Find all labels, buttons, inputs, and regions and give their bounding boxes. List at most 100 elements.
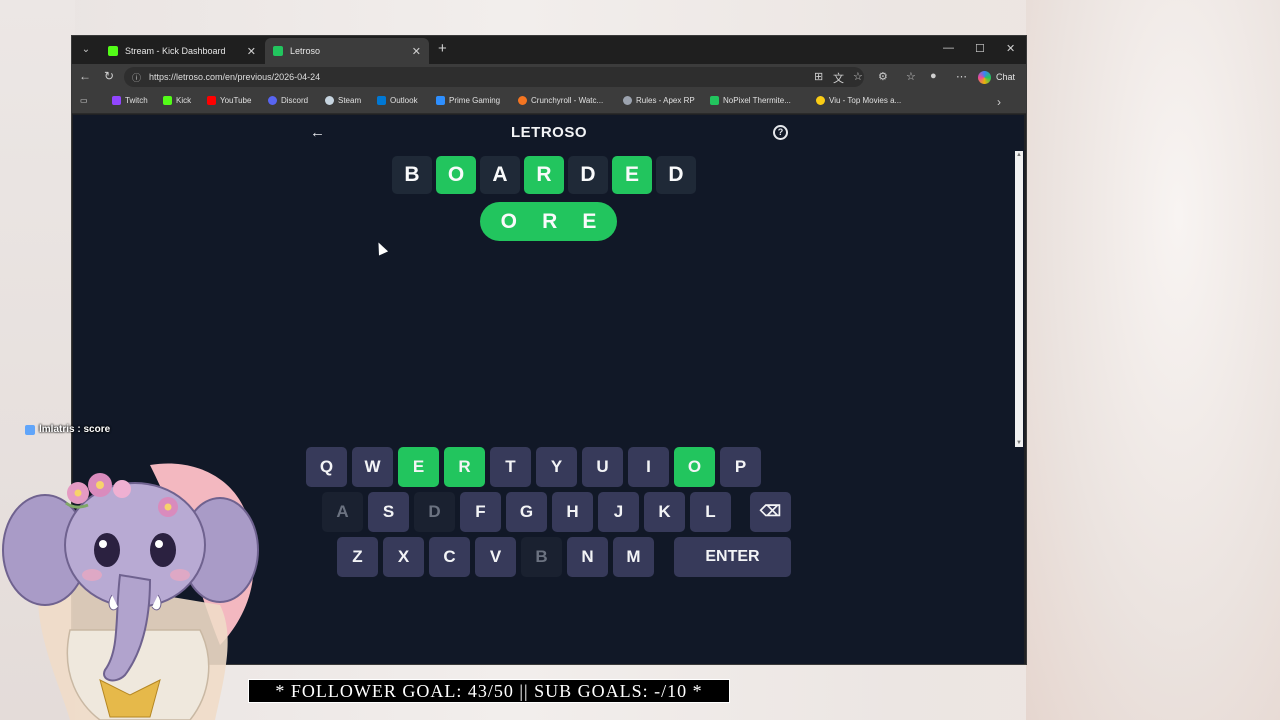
bookmark-crunchyroll[interactable]: Crunchyroll - Watc... xyxy=(518,96,603,105)
bookmark-youtube[interactable]: YouTube xyxy=(207,96,251,105)
tab-letroso[interactable]: Letroso ✕ xyxy=(265,38,429,64)
key-o[interactable]: O xyxy=(674,447,715,487)
key-k[interactable]: K xyxy=(644,492,685,532)
copilot-icon xyxy=(978,70,991,84)
tab-search-icon[interactable]: ⌄ xyxy=(78,42,94,58)
profile-icon[interactable]: ● xyxy=(930,70,937,82)
minimize-icon[interactable]: — xyxy=(943,42,954,54)
guess-tile: R xyxy=(524,156,564,194)
maximize-icon[interactable]: ☐ xyxy=(975,42,985,55)
site-info-icon[interactable]: ⓘ xyxy=(132,71,141,84)
copilot-chat-button[interactable]: Chat xyxy=(978,68,1015,86)
letroso-favicon-icon xyxy=(273,46,283,56)
tab-kick-dashboard[interactable]: Stream - Kick Dashboard ✕ xyxy=(100,38,264,64)
bookmark-discord[interactable]: Discord xyxy=(268,96,308,105)
game-title: LETROSO xyxy=(510,124,587,141)
key-n[interactable]: N xyxy=(567,537,608,577)
key-r[interactable]: R xyxy=(444,447,485,487)
outlook-icon xyxy=(377,96,386,105)
key-i[interactable]: I xyxy=(628,447,669,487)
favorites-icon[interactable]: ☆ xyxy=(906,70,916,83)
key-t[interactable]: T xyxy=(490,447,531,487)
back-arrow-icon[interactable]: ← xyxy=(310,124,325,141)
key-y[interactable]: Y xyxy=(536,447,577,487)
bookmarks-overflow-icon[interactable]: › xyxy=(997,95,1001,109)
chat-user-icon xyxy=(25,424,35,435)
key-u[interactable]: U xyxy=(582,447,623,487)
backspace-key-icon[interactable]: ⌫ xyxy=(750,492,791,532)
apps-icon[interactable]: ⊞ xyxy=(814,70,823,83)
key-g[interactable]: G xyxy=(506,492,547,532)
back-icon[interactable]: ← xyxy=(79,69,91,83)
key-w[interactable]: W xyxy=(352,447,393,487)
key-a[interactable]: A xyxy=(322,492,363,532)
discord-icon xyxy=(268,96,277,105)
url-text: https://letroso.com/en/previous/2026-04-… xyxy=(149,72,321,82)
bookmark-prime-gaming[interactable]: Prime Gaming xyxy=(436,96,500,105)
crunchyroll-icon xyxy=(518,96,527,105)
answer-letter: R xyxy=(542,209,558,233)
toolbar: ← ↻ ⓘ https://letroso.com/en/previous/20… xyxy=(72,64,1026,90)
answer-letter: O xyxy=(500,209,517,233)
bookmark-steam[interactable]: Steam xyxy=(325,96,361,105)
key-h[interactable]: H xyxy=(552,492,593,532)
kick-icon xyxy=(163,96,172,105)
reload-icon[interactable]: ↻ xyxy=(104,69,114,83)
key-m[interactable]: M xyxy=(613,537,654,577)
follower-goal-banner: * FOLLOWER GOAL: 43/50 || SUB GOALS: -/1… xyxy=(248,679,730,703)
key-f[interactable]: F xyxy=(460,492,501,532)
address-bar[interactable]: ⓘ https://letroso.com/en/previous/2026-0… xyxy=(124,67,864,87)
more-menu-icon[interactable]: ⋯ xyxy=(956,70,967,83)
chat-message-text: lmlatris : score xyxy=(39,424,111,435)
guess-tile: A xyxy=(480,156,520,194)
twitch-icon xyxy=(112,96,121,105)
extensions-icon[interactable]: ⚙ xyxy=(878,70,888,83)
bookmark-outlook[interactable]: Outlook xyxy=(377,96,418,105)
bookmark-twitch[interactable]: Twitch xyxy=(112,96,148,105)
star-icon[interactable]: ☆ xyxy=(853,70,863,83)
bookmark-viu[interactable]: Viu - Top Movies a... xyxy=(816,96,901,105)
tab-title: Letroso xyxy=(290,46,321,56)
tab-title: Stream - Kick Dashboard xyxy=(125,46,226,56)
close-window-icon[interactable]: ✕ xyxy=(1006,42,1015,55)
key-b[interactable]: B xyxy=(521,537,562,577)
tab-bar: ⌄ Stream - Kick Dashboard ✕ Letroso ✕ + … xyxy=(72,36,1026,64)
nopixel-icon xyxy=(710,96,719,105)
key-p[interactable]: P xyxy=(720,447,761,487)
key-s[interactable]: S xyxy=(368,492,409,532)
bookmark-kick[interactable]: Kick xyxy=(163,96,191,105)
prime-gaming-icon xyxy=(436,96,445,105)
key-c[interactable]: C xyxy=(429,537,470,577)
key-d[interactable]: D xyxy=(414,492,455,532)
viu-icon xyxy=(816,96,825,105)
answer-pill: O R E xyxy=(480,202,617,241)
guess-tile: O xyxy=(436,156,476,194)
guess-tile: E xyxy=(612,156,652,194)
bookmark-nopixel[interactable]: NoPixel Thermite... xyxy=(710,96,791,105)
key-z[interactable]: Z xyxy=(337,537,378,577)
youtube-icon xyxy=(207,96,216,105)
key-q[interactable]: Q xyxy=(306,447,347,487)
elephant-mascot-icon xyxy=(2,463,259,720)
key-x[interactable]: X xyxy=(383,537,424,577)
key-v[interactable]: V xyxy=(475,537,516,577)
bookmark-apex-rp[interactable]: Rules - Apex RP xyxy=(623,96,695,105)
stream-chat-message: lmlatris : score xyxy=(25,424,110,435)
close-tab-icon[interactable]: ✕ xyxy=(247,45,256,58)
new-tab-icon[interactable]: + xyxy=(438,41,447,57)
scroll-up-icon[interactable]: ▲ xyxy=(1015,151,1023,159)
steam-icon xyxy=(325,96,334,105)
guess-tile: D xyxy=(568,156,608,194)
bookmarks-bar: ▭ Twitch Kick YouTube Discord Steam Outl… xyxy=(72,90,1026,114)
bookmarks-menu-icon[interactable]: ▭ xyxy=(80,96,88,105)
close-tab-icon[interactable]: ✕ xyxy=(412,45,421,58)
scroll-down-icon[interactable]: ▼ xyxy=(1015,439,1023,447)
help-icon[interactable]: ? xyxy=(773,125,788,140)
key-j[interactable]: J xyxy=(598,492,639,532)
key-e[interactable]: E xyxy=(398,447,439,487)
enter-key[interactable]: ENTER xyxy=(674,537,791,577)
translate-icon[interactable]: 文 xyxy=(833,70,844,86)
key-l[interactable]: L xyxy=(690,492,731,532)
guess-tile: D xyxy=(656,156,696,194)
scrollbar[interactable]: ▲ ▼ xyxy=(1015,151,1023,447)
